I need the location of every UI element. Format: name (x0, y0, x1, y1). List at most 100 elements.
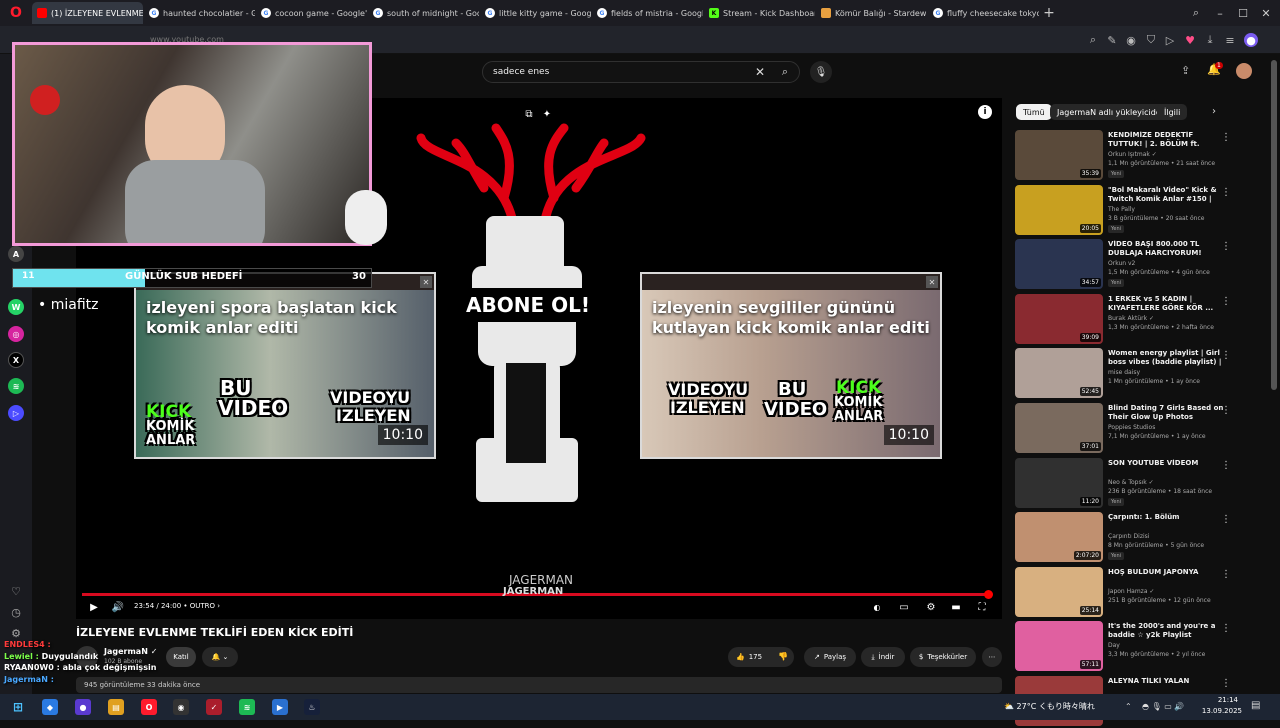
recommendation-title[interactable]: SON YOUTUBE VİDEOM (1108, 459, 1228, 468)
play-icon[interactable]: ▷ (1163, 33, 1177, 47)
recommendation-thumbnail[interactable]: 57:11 (1015, 621, 1103, 672)
browser-tab[interactable]: Gfluffy cheesecake tokyo - (928, 2, 1039, 24)
history-icon[interactable]: ◷ (8, 604, 24, 620)
recommendation-title[interactable]: Çarpıntı: 1. Bölüm (1108, 513, 1228, 522)
sparkle-icon[interactable]: ✦ (540, 107, 554, 121)
share-button[interactable]: ↗ Paylaş (804, 647, 856, 667)
recommendation-title[interactable]: ALEYNA TİLKİ YALAN (1108, 677, 1228, 686)
windows-start-icon[interactable]: ⊞ (10, 699, 26, 715)
fullscreen-icon[interactable]: ⛶ (975, 600, 989, 614)
endcard-close-icon[interactable]: ✕ (926, 276, 938, 288)
dislike-icon[interactable]: 👎 (778, 652, 788, 661)
avatar[interactable] (1236, 63, 1252, 79)
recommendation-channel[interactable]: Day (1108, 642, 1120, 649)
profile-icon[interactable]: ● (1244, 33, 1258, 47)
gear-icon[interactable]: ⚙ (924, 600, 938, 614)
subtitles-icon[interactable]: ▭ (897, 600, 911, 614)
x-icon[interactable]: X (8, 352, 24, 368)
recommendation-item[interactable]: 34:57 VİDEO BAŞI 800.000 TL DUBLAJA HARCI… (1015, 239, 1267, 291)
recommendation-item[interactable]: 35:39 KENDİMİZE DEDEKTİF TUTTUK! | 2. BÖL… (1015, 130, 1267, 182)
steam-icon[interactable]: ♨ (304, 699, 320, 715)
edit-icon[interactable]: ✎ (1105, 33, 1119, 47)
thanks-button[interactable]: $ Teşekkürler (910, 647, 976, 667)
browser-tab[interactable]: K Stream - Kick Dashboard (704, 2, 815, 24)
download-button[interactable]: ⤓ İndir (861, 647, 905, 667)
recommendation-title[interactable]: "Bol Makaralı Video" Kick & Twitch Komik… (1108, 186, 1228, 204)
minimize-button[interactable]: – (1208, 0, 1232, 26)
recommendation-channel[interactable]: Burak Aktürk ✓ (1108, 315, 1154, 322)
endcard-close-icon[interactable]: ✕ (420, 276, 432, 288)
info-icon[interactable]: i (978, 105, 992, 119)
recommendation-item[interactable]: 52:45 Women energy playlist | Girl boss v… (1015, 348, 1267, 400)
recommendation-title[interactable]: Women energy playlist | Girl boss vibes … (1108, 349, 1228, 367)
recommendation-channel[interactable]: Çarpıntı Dizisi (1108, 533, 1149, 540)
aria-icon[interactable]: A (8, 246, 24, 262)
chapter-label[interactable]: OUTRO (190, 602, 215, 610)
opera-logo-icon[interactable]: O (0, 0, 32, 26)
close-window-button[interactable]: ✕ (1254, 0, 1278, 26)
recommendation-item[interactable]: 25:14 HOŞ BULDUM JAPONYA Japon Hamza ✓ 251 … (1015, 566, 1267, 619)
spotify-taskbar-icon[interactable]: ≋ (239, 699, 255, 715)
browser-tab[interactable]: Kömür Balığı - Stardew Va (816, 2, 927, 24)
more-actions-button[interactable]: ⋯ (982, 647, 1002, 667)
instagram-icon[interactable]: ◎ (8, 326, 24, 342)
recommendation-title[interactable]: 1 ERKEK vs 5 KADIN | KIYAFETLERE GÖRE KÖ… (1108, 295, 1228, 313)
recommendation-thumbnail[interactable]: 52:45 (1015, 348, 1103, 399)
recommendation-item[interactable]: 20:05 "Bol Makaralı Video" Kick & Twitch … (1015, 184, 1267, 237)
tray-chevron-icon[interactable]: ⌃ (1125, 702, 1132, 711)
mic-icon[interactable]: 🎙 (810, 61, 832, 83)
recommendation-channel[interactable]: The Pally (1108, 206, 1135, 213)
create-icon[interactable]: ⇪ (1181, 64, 1190, 77)
more-vert-icon[interactable]: ⋮ (1221, 187, 1231, 198)
opera-taskbar-icon[interactable]: O (141, 699, 157, 715)
notification-center-icon[interactable]: ▤ (1251, 700, 1260, 711)
filter-chip[interactable]: Tümü (1016, 104, 1052, 120)
app-icon[interactable]: ✓ (206, 699, 222, 715)
whatsapp-icon[interactable]: W (8, 299, 24, 315)
recommendation-item[interactable]: 2:07:20 Çarpıntı: 1. Bölüm Çarpıntı Dizisi… (1015, 512, 1267, 564)
browser-tab[interactable]: Gsouth of midnight - Goog (368, 2, 479, 24)
tab-search-icon[interactable]: ⌕ (1184, 0, 1208, 26)
more-vert-icon[interactable]: ⋮ (1221, 623, 1231, 634)
copilot-icon[interactable]: ◆ (42, 699, 58, 715)
file-explorer-icon[interactable]: ▤ (108, 699, 124, 715)
more-vert-icon[interactable]: ⋮ (1221, 296, 1231, 307)
app-icon[interactable]: ▶ (272, 699, 288, 715)
more-vert-icon[interactable]: ⋮ (1221, 569, 1231, 580)
heart-icon[interactable]: ♥ (1183, 33, 1197, 47)
recommendation-item[interactable]: 37:01 Blind Dating 7 Girls Based on Their… (1015, 403, 1267, 455)
maximize-button[interactable]: ☐ (1231, 0, 1255, 26)
recommendation-channel[interactable]: mise daisy (1108, 369, 1140, 376)
camera-icon[interactable]: ◉ (1124, 33, 1138, 47)
download-icon[interactable]: ⤓ (1203, 33, 1217, 47)
new-tab-button[interactable]: + (1040, 4, 1058, 22)
page-scrollbar[interactable] (1271, 60, 1277, 390)
recommendation-channel[interactable]: Japon Hamza ✓ (1108, 588, 1154, 595)
recommendation-thumbnail[interactable]: 11:20 (1015, 457, 1103, 508)
app-icon[interactable]: ● (75, 699, 91, 715)
obs-icon[interactable]: ◉ (173, 699, 189, 715)
more-vert-icon[interactable]: ⋮ (1221, 241, 1231, 252)
recommendation-thumbnail[interactable]: 35:39 (1015, 130, 1103, 180)
search-icon[interactable]: ⌕ (1086, 33, 1100, 47)
more-vert-icon[interactable]: ⋮ (1221, 460, 1231, 471)
recommendation-thumbnail[interactable]: 34:57 (1015, 239, 1103, 290)
recommendation-item[interactable]: 57:11 It's the 2000's and you're a baddie… (1015, 621, 1267, 673)
recommendation-thumbnail[interactable]: 37:01 (1015, 403, 1103, 453)
recommendation-thumbnail[interactable]: 2:07:20 (1015, 512, 1103, 563)
more-vert-icon[interactable]: ⋮ (1221, 405, 1231, 416)
search-button[interactable]: ⌕ (770, 61, 800, 83)
player-icon[interactable]: ▷ (8, 405, 24, 421)
recommendation-title[interactable]: Blind Dating 7 Girls Based on Their Glow… (1108, 404, 1228, 422)
recommendation-thumbnail[interactable]: 25:14 (1015, 566, 1103, 617)
recommendation-title[interactable]: KENDİMİZE DEDEKTİF TUTTUK! | 2. BÖLÜM ft… (1108, 131, 1228, 149)
menu-icon[interactable]: ≡ (1223, 33, 1237, 47)
more-vert-icon[interactable]: ⋮ (1221, 132, 1231, 143)
recommendation-channel[interactable]: Orkun v2 (1108, 260, 1135, 267)
recommendation-title[interactable]: It's the 2000's and you're a baddie ☆ y2… (1108, 622, 1228, 640)
endcard-video-2[interactable]: izleyenin sevgililer gününü kutlayan kic… (640, 272, 942, 459)
recommendation-title[interactable]: HOŞ BULDUM JAPONYA (1108, 568, 1228, 577)
recommendation-channel[interactable]: Poppies Studios (1108, 424, 1155, 431)
heart-outline-icon[interactable]: ♡ (8, 583, 24, 599)
tray-icons[interactable]: ◓ 🎙 ▭ 🔊 (1142, 702, 1184, 711)
